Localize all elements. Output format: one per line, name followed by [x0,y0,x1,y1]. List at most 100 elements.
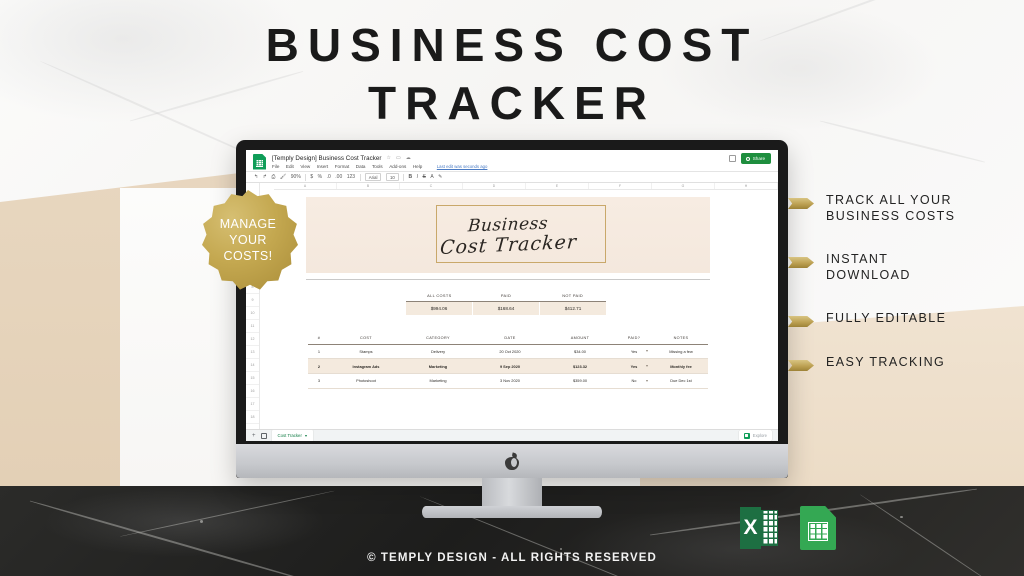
summary-value-all-costs[interactable]: $994.06 [406,302,473,315]
column-header[interactable]: B [337,183,400,189]
column-header[interactable]: F [589,183,652,189]
document-title[interactable]: [Temply Design] Business Cost Tracker [272,155,381,162]
chevron-down-icon[interactable] [304,434,307,437]
row-header[interactable]: 9 [246,294,259,307]
summary-header-paid: PAID [500,293,512,298]
menu-view[interactable]: View [300,164,310,169]
imac-body: [Temply Design] Business Cost Tracker ☆ … [236,140,788,478]
row-header[interactable]: 16 [246,385,259,398]
column-header[interactable]: H [715,183,778,189]
cell-amount[interactable]: $359.00 [546,374,614,388]
table-row[interactable]: 1 Stamps Delivery 20 Oct 2020 $34.00 Yes… [308,345,708,360]
feature-label: INSTANT DOWNLOAD [826,252,911,282]
menu-addons[interactable]: Add-ons [389,164,406,169]
cell-date[interactable]: 3 Nov 2020 [474,374,546,388]
font-family-select[interactable]: Arial [364,173,382,181]
cell-date[interactable]: 9 Sep 2020 [474,359,546,373]
font-size-select[interactable]: 10 [385,173,399,181]
summary-value-paid[interactable]: $168.64 [473,302,540,315]
bold-button[interactable]: B [408,174,412,180]
sheets-toolbar: ↰ ↱ ⎙ 🖌 90% $ % .0 .00 123 Arial 10 B I … [246,171,778,183]
header-cost: COST [360,336,372,340]
share-button[interactable]: Share [741,153,771,164]
print-icon[interactable]: ⎙ [271,174,275,180]
strikethrough-button[interactable]: S [422,174,425,180]
column-header[interactable]: E [526,183,589,189]
comment-icon[interactable] [729,155,737,162]
move-to-folder-icon[interactable]: ▭ [396,155,401,161]
undo-icon[interactable]: ↰ [254,174,258,180]
redo-icon[interactable]: ↱ [263,174,267,180]
cell-notes[interactable]: Due Dec 1st [654,374,708,388]
zoom-level[interactable]: 90% [291,174,301,180]
star-icon[interactable]: ☆ [386,155,390,161]
menu-edit[interactable]: Edit [286,164,294,169]
menu-file[interactable]: File [272,164,279,169]
summary-value-not-paid[interactable]: $412.71 [540,302,606,315]
paint-format-icon[interactable]: 🖌 [280,174,286,180]
all-sheets-icon[interactable] [260,432,267,439]
increase-decimal-button[interactable]: .00 [335,174,342,180]
marble-speck [200,520,203,523]
sheet-cells-area[interactable]: A B C D E F G H Business Cost Tracker AL… [260,183,778,429]
menu-help[interactable]: Help [413,164,422,169]
menu-insert[interactable]: Insert [317,164,329,169]
cell-paid[interactable]: Yes [614,345,654,359]
sheet-tab-cost-tracker[interactable]: Cost Tracker [271,430,313,441]
cell-paid[interactable]: Yes [614,359,654,373]
cell-cost[interactable]: Stamps [330,345,402,359]
menu-tools[interactable]: Tools [372,164,383,169]
cell-number[interactable]: 1 [308,345,330,359]
column-header[interactable]: D [463,183,526,189]
cell-category[interactable]: Marketing [402,359,474,373]
row-header[interactable]: 13 [246,346,259,359]
cost-data-table: # COST CATEGORY DATE AMOUNT PAID? NOTES … [308,333,708,389]
chevron-down-icon[interactable] [646,365,648,368]
column-header-row: A B C D E F G H [274,183,778,190]
chevron-down-icon[interactable] [646,350,648,353]
cell-amount[interactable]: $34.00 [546,345,614,359]
menu-format[interactable]: Format [335,164,350,169]
cell-category[interactable]: Marketing [402,374,474,388]
row-header[interactable]: 11 [246,320,259,333]
cell-category[interactable]: Delivery [402,345,474,359]
decrease-decimal-button[interactable]: .0 [327,174,331,180]
row-header[interactable]: 15 [246,372,259,385]
currency-format-button[interactable]: $ [310,174,313,180]
italic-button[interactable]: I [417,174,418,180]
row-header[interactable]: 18 [246,411,259,424]
text-color-button[interactable]: A [430,174,433,180]
cell-notes[interactable]: Missing a few [654,345,708,359]
explore-button[interactable]: Explore [738,430,772,441]
chevron-down-icon[interactable] [646,379,648,382]
cell-number[interactable]: 3 [308,374,330,388]
copyright-text: © TEMPLY DESIGN - ALL RIGHTS RESERVED [367,552,657,564]
percent-format-button[interactable]: % [318,174,322,180]
cell-number[interactable]: 2 [308,359,330,373]
apple-logo-icon [505,451,519,470]
row-header[interactable]: 14 [246,359,259,372]
column-header[interactable]: G [652,183,715,189]
sheet-tab-label: Cost Tracker [277,433,302,438]
banner-script-text: Business Cost Tracker [306,197,710,273]
row-header[interactable]: 10 [246,307,259,320]
column-header[interactable]: C [400,183,463,189]
cell-date[interactable]: 20 Oct 2020 [474,345,546,359]
cell-cost[interactable]: Photoshoot [330,374,402,388]
table-row[interactable]: 2 Instagram Ads Marketing 9 Sep 2020 $12… [308,359,708,375]
add-sheet-button[interactable]: + [252,433,256,439]
sheets-grid: 1 2 3 4 5 6 7 8 9 10 11 12 13 14 [246,183,778,429]
sheets-title-block: [Temply Design] Business Cost Tracker ☆ … [272,155,729,169]
last-edit-status[interactable]: Last edit was seconds ago [437,164,488,169]
cell-paid[interactable]: No [614,374,654,388]
cell-amount[interactable]: $123.32 [546,359,614,373]
cell-notes[interactable]: Monthly fee [654,359,708,373]
row-header[interactable]: 17 [246,398,259,411]
fill-color-button[interactable]: ✎ [438,174,442,180]
more-formats-button[interactable]: 123 [347,174,355,180]
row-header[interactable]: 12 [246,333,259,346]
table-row[interactable]: 3 Photoshoot Marketing 3 Nov 2020 $359.0… [308,374,708,389]
menu-data[interactable]: Data [356,164,366,169]
column-header[interactable]: A [274,183,337,189]
cell-cost[interactable]: Instagram Ads [330,359,402,373]
